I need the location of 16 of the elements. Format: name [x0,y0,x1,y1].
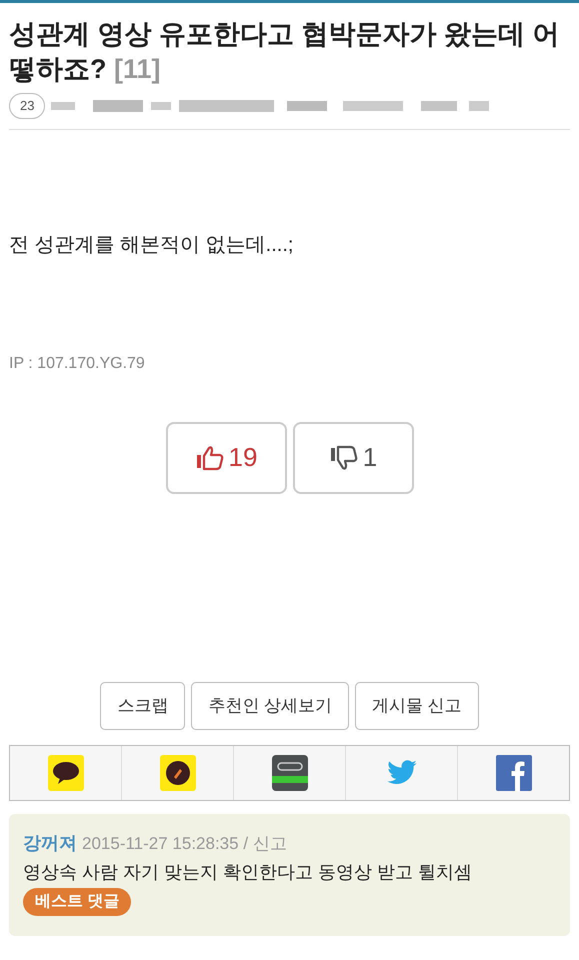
ip-address: IP : 107.170.YG.79 [9,354,146,374]
action-button[interactable]: 게시물 신고 [355,682,479,730]
like-button[interactable]: 19 [166,422,286,494]
comment-meta: 2015-11-27 15:28:35 / 신고 [82,832,287,854]
comment-text: 영상속 사람 자기 맞는지 확인한다고 동영상 받고 튈치셈 [23,860,472,884]
view-count: 23 [9,93,46,118]
thumbs-down-icon [328,444,359,472]
post-body: 전 성관계를 해본적이 없는데....; [9,232,294,258]
dislike-button[interactable]: 1 [292,422,414,494]
thumbs-up-icon [194,444,225,472]
post-title: 성관계 영상 유포한다고 협박문자가 왔는데 어떻하죠? [11] [9,18,561,86]
action-button[interactable]: 추천인 상세보기 [191,682,349,730]
best-comment-badge: 베스트 댓글 [23,888,132,916]
action-button[interactable]: 스크랩 [100,682,186,730]
chat-bubble-icon [48,754,84,790]
facebook-icon [496,754,532,790]
